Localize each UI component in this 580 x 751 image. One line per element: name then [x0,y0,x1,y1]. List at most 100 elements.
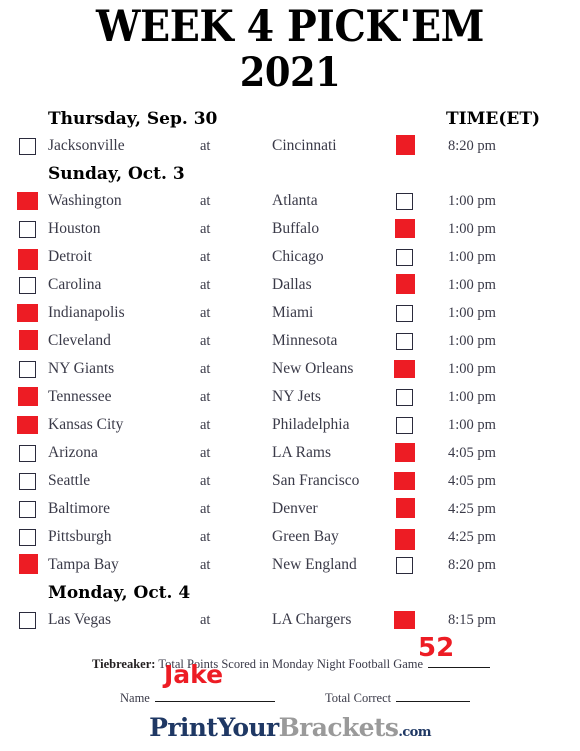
away-checkbox[interactable] [17,191,38,210]
page-title: WEEK 4 PICK'EM 2021 [0,0,580,93]
away-team-name: Washington [48,192,122,209]
home-pick-cell [394,610,416,629]
away-team-name: Tennessee [48,388,112,405]
total-correct-input-line[interactable] [396,701,471,702]
day-header-row: Sunday, Oct. 3 [0,160,580,187]
home-checkbox[interactable] [396,304,413,322]
away-checkbox[interactable] [19,137,36,155]
home-pick-cell [396,192,416,210]
home-team-name: Minnesota [272,332,338,349]
at-label: at [200,276,211,293]
game-row: Jacksonville at Cincinnati 8:20 pm [0,132,580,160]
home-checkbox[interactable] [394,359,415,378]
away-pick-cell [19,329,39,350]
home-team-name: Philadelphia [272,416,350,433]
away-checkbox[interactable] [19,276,36,294]
away-checkbox[interactable] [19,360,36,378]
home-checkbox[interactable] [395,442,415,462]
away-pick-cell [19,500,39,518]
name-value: Jake [164,660,224,689]
home-team-name: Miami [272,304,314,321]
home-checkbox[interactable] [395,218,415,238]
home-checkbox[interactable] [396,248,413,266]
home-pick-cell [394,359,416,378]
home-checkbox[interactable] [395,528,415,550]
away-team-name: Pittsburgh [48,528,112,545]
away-pick-cell [19,444,39,462]
away-checkbox[interactable] [19,553,38,574]
away-team-name: Seattle [48,472,91,489]
at-label: at [200,220,211,237]
name-input-line[interactable] [154,701,275,702]
game-time: 1:00 pm [448,220,496,237]
game-row: Carolina at Dallas 1:00 pm [0,271,580,299]
home-pick-cell [396,134,416,155]
away-checkbox[interactable] [19,220,36,238]
away-checkbox[interactable] [18,386,38,406]
away-checkbox[interactable] [19,444,36,462]
home-team-name: NY Jets [272,388,321,405]
away-team-name: Kansas City [48,416,124,433]
home-checkbox[interactable] [394,471,415,490]
game-time: 4:25 pm [448,528,496,545]
home-pick-cell [396,273,416,294]
away-checkbox[interactable] [19,528,36,546]
at-label: at [200,528,211,545]
home-checkbox[interactable] [396,134,415,155]
game-time: 8:15 pm [448,611,496,628]
home-team-name: Buffalo [272,220,320,237]
at-label: at [200,388,211,405]
home-checkbox[interactable] [396,273,415,294]
home-team-name: LA Chargers [272,611,352,628]
home-checkbox[interactable] [396,556,413,574]
time-column-header: TIME(ET) [446,108,541,129]
game-row: Indianapolis at Miami 1:00 pm [0,299,580,327]
game-time: 1:00 pm [448,276,496,293]
away-checkbox[interactable] [19,472,36,490]
game-row: Houston at Buffalo 1:00 pm [0,215,580,243]
home-team-name: Atlanta [272,192,318,209]
away-checkbox[interactable] [19,611,36,629]
away-pick-cell [19,553,39,574]
game-time: 4:05 pm [448,472,496,489]
at-label: at [200,332,211,349]
home-team-name: San Francisco [272,472,360,489]
day-header: Thursday, Sep. 30 [48,108,218,129]
at-label: at [200,137,211,154]
home-checkbox[interactable] [396,497,415,518]
home-checkbox[interactable] [394,610,415,629]
home-pick-cell [395,218,416,238]
game-time: 1:00 pm [448,248,496,265]
home-checkbox[interactable] [396,192,413,210]
away-checkbox[interactable] [18,248,38,270]
home-pick-cell [396,416,416,434]
game-time: 1:00 pm [448,332,496,349]
away-checkbox[interactable] [17,303,38,322]
game-time: 4:25 pm [448,500,496,517]
tiebreaker-input-line[interactable] [428,667,491,668]
tiebreaker-label: Tiebreaker: [92,657,156,671]
name-line: Name [120,691,275,706]
at-label: at [200,556,211,573]
home-team-name: New Orleans [272,360,354,377]
away-pick-cell [18,386,39,406]
game-row: Baltimore at Denver 4:25 pm [0,495,580,523]
home-pick-cell [394,471,416,490]
game-row: Tennessee at NY Jets 1:00 pm [0,383,580,411]
home-checkbox[interactable] [396,388,413,406]
game-time: 8:20 pm [448,556,496,573]
game-time: 4:05 pm [448,444,496,461]
home-pick-cell [396,497,416,518]
total-correct-line: Total Correct [325,691,471,706]
game-time: 1:00 pm [448,192,496,209]
home-checkbox[interactable] [396,416,413,434]
away-checkbox[interactable] [17,415,38,434]
away-pick-cell [19,528,39,546]
logo-part2: Brackets [278,713,399,742]
home-checkbox[interactable] [396,332,413,350]
away-checkbox[interactable] [19,329,38,350]
footer: Tiebreaker: Total Points Scored in Monda… [0,633,580,751]
home-pick-cell [396,388,416,406]
away-checkbox[interactable] [19,500,36,518]
game-row: Kansas City at Philadelphia 1:00 pm [0,411,580,439]
